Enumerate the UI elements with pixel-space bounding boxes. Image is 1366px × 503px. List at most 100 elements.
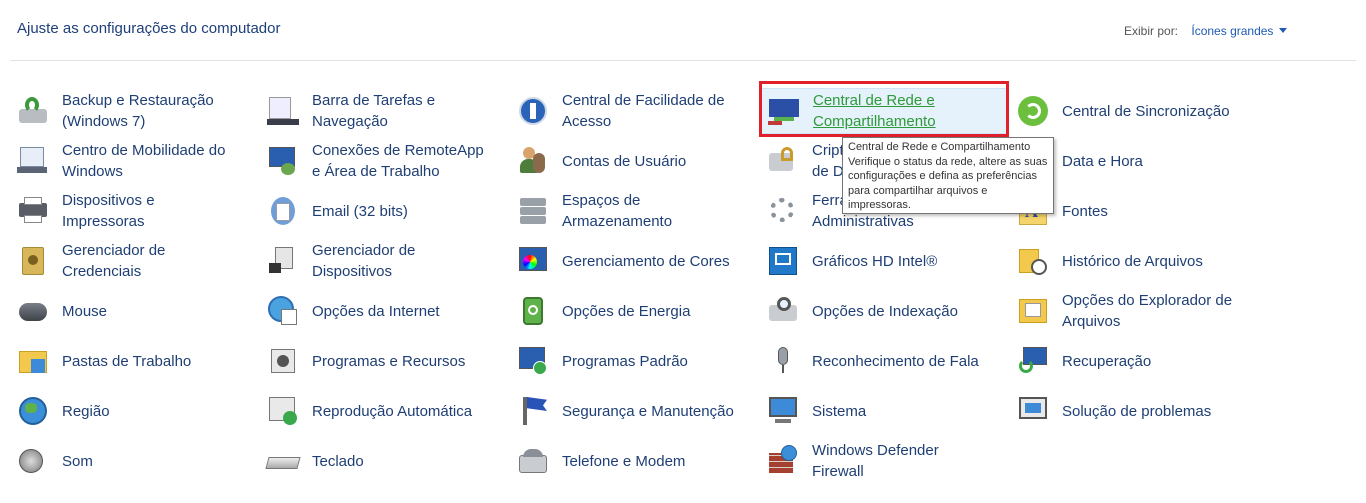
taskbar-icon xyxy=(267,95,299,127)
autoplay-icon xyxy=(267,395,299,427)
control-panel-item[interactable]: Som xyxy=(0,439,240,483)
troubleshooting-icon xyxy=(1017,395,1049,427)
control-panel-item[interactable]: Gerenciamento de Cores xyxy=(500,239,740,283)
control-panel-item-label: Opções de Energia xyxy=(562,302,691,320)
intel-graphics-icon xyxy=(767,245,799,277)
tooltip-title: Central de Rede e Compartilhamento xyxy=(848,141,1031,153)
control-panel-item[interactable]: Gráficos HD Intel® xyxy=(750,239,990,283)
control-panel-item-label: Espaços de Armazenamento xyxy=(562,192,673,230)
control-panel-item-label: Telefone e Modem xyxy=(562,452,686,470)
credential-manager-icon xyxy=(17,245,49,277)
control-panel-item-label: Programas Padrão xyxy=(562,352,688,370)
control-panel-item[interactable]: Centro de Mobilidade do Windows xyxy=(0,139,240,183)
control-panel-item[interactable]: Sistema xyxy=(750,389,990,433)
devices-printers-icon xyxy=(17,195,49,227)
control-panel-item-label: Sistema xyxy=(812,402,867,420)
mail-icon xyxy=(267,195,299,227)
internet-options-icon xyxy=(267,295,299,327)
recovery-icon xyxy=(1017,345,1049,377)
control-panel-item-label: Programas e Recursos xyxy=(312,352,466,370)
control-panel-item[interactable]: Opções do Explorador de Arquivos xyxy=(1000,289,1240,333)
sync-center-icon xyxy=(1017,95,1049,127)
ease-of-access-icon xyxy=(517,95,549,127)
control-panel-item-label: Pastas de Trabalho xyxy=(62,352,192,370)
control-panel-item[interactable]: Telefone e Modem xyxy=(500,439,740,483)
control-panel-item[interactable]: Backup e Restauração (Windows 7) xyxy=(0,89,240,133)
control-panel-item[interactable]: Gerenciador de Credenciais xyxy=(0,239,240,283)
control-panel-item[interactable]: Conexões de RemoteApp e Área de Trabalho xyxy=(250,139,490,183)
control-panel-item[interactable]: Central de Facilidade de Acesso xyxy=(500,89,740,133)
control-panel-item-label: Barra de Tarefas e Navegação xyxy=(312,92,436,130)
control-panel-item-label: Recuperação xyxy=(1062,352,1152,370)
control-panel-item-label: Reprodução Automática xyxy=(312,402,473,420)
control-panel-item[interactable]: Região xyxy=(0,389,240,433)
control-panel-item-label: Reconhecimento de Fala xyxy=(812,352,979,370)
control-panel-item-label: Opções do Explorador de Arquivos xyxy=(1062,292,1233,330)
explorer-options-icon xyxy=(1017,295,1049,327)
network-sharing-icon xyxy=(768,95,800,127)
control-panel-item[interactable]: Opções de Energia xyxy=(500,289,740,333)
control-panel-item[interactable]: Dispositivos e Impressoras xyxy=(0,189,240,233)
control-panel-item-label: Teclado xyxy=(312,452,364,470)
indexing-options-icon xyxy=(767,295,799,327)
keyboard-icon xyxy=(265,445,301,477)
system-icon xyxy=(767,395,799,427)
firewall-icon xyxy=(767,445,799,477)
default-programs-icon xyxy=(517,345,549,377)
control-panel-item[interactable]: Mouse xyxy=(0,289,240,333)
control-panel-item-label: Backup e Restauração (Windows 7) xyxy=(62,92,214,130)
control-panel-item[interactable]: Teclado xyxy=(250,439,490,483)
control-panel-item[interactable]: Central de Rede e Compartilhamento xyxy=(761,88,1008,134)
control-panel-item[interactable]: Recuperação xyxy=(1000,339,1240,383)
power-options-icon xyxy=(517,295,549,327)
user-accounts-icon xyxy=(517,145,549,177)
control-panel-item-label: Windows Defender Firewall xyxy=(812,442,939,480)
programs-features-icon xyxy=(267,345,299,377)
speech-recognition-icon xyxy=(767,345,799,377)
control-panel-item[interactable]: Pastas de Trabalho xyxy=(0,339,240,383)
security-maintenance-icon xyxy=(517,395,549,427)
remoteapp-icon xyxy=(267,145,299,177)
control-panel-item[interactable]: Espaços de Armazenamento xyxy=(500,189,740,233)
region-icon xyxy=(17,395,49,427)
control-panel-item[interactable]: Segurança e Manutenção xyxy=(500,389,740,433)
control-panel-grid: Backup e Restauração (Windows 7) Barra de… xyxy=(0,0,1366,503)
backup-restore-icon xyxy=(17,95,49,127)
control-panel-item[interactable]: Solução de problemas xyxy=(1000,389,1240,433)
control-panel-item-label: Gerenciador de Dispositivos xyxy=(312,242,416,280)
control-panel-item-label: Histórico de Arquivos xyxy=(1062,252,1203,270)
mouse-icon xyxy=(17,295,49,327)
control-panel-item[interactable]: Programas Padrão xyxy=(500,339,740,383)
control-panel-item-label: Solução de problemas xyxy=(1062,402,1212,420)
control-panel-item-label: Email (32 bits) xyxy=(312,202,408,220)
color-management-icon xyxy=(517,245,549,277)
control-panel-item[interactable]: Contas de Usuário xyxy=(500,139,740,183)
control-panel-item-label: Central de Facilidade de Acesso xyxy=(562,92,725,130)
control-panel-item[interactable]: Reprodução Automática xyxy=(250,389,490,433)
tooltip-body: Verifique o status da rede, altere as su… xyxy=(848,155,1048,212)
control-panel-item-label: Gerenciador de Credenciais xyxy=(62,242,166,280)
control-panel-item[interactable]: Central de Sincronização xyxy=(1000,89,1240,133)
file-history-icon xyxy=(1017,245,1049,277)
control-panel-item-label: Data e Hora xyxy=(1062,152,1143,170)
control-panel-item-label: Mouse xyxy=(62,302,108,320)
control-panel-item-label: Gerenciamento de Cores xyxy=(562,252,730,270)
control-panel-item[interactable]: Opções de Indexação xyxy=(750,289,990,333)
control-panel-item-label: Central de Rede e Compartilhamento xyxy=(813,92,936,130)
control-panel-item[interactable]: Histórico de Arquivos xyxy=(1000,239,1240,283)
storage-spaces-icon xyxy=(517,195,549,227)
control-panel-item[interactable]: Email (32 bits) xyxy=(250,189,490,233)
mobility-center-icon xyxy=(17,145,49,177)
control-panel-item[interactable]: Gerenciador de Dispositivos xyxy=(250,239,490,283)
control-panel-item-label: Opções de Indexação xyxy=(812,302,958,320)
bitlocker-icon xyxy=(767,145,799,177)
control-panel-item[interactable]: Reconhecimento de Fala xyxy=(750,339,990,383)
control-panel-item-label: Região xyxy=(62,402,110,420)
control-panel-item[interactable]: Barra de Tarefas e Navegação xyxy=(250,89,490,133)
control-panel-item[interactable]: Windows Defender Firewall xyxy=(750,439,990,483)
control-panel-item-label: Som xyxy=(62,452,93,470)
control-panel-item-label: Centro de Mobilidade do Windows xyxy=(62,142,226,180)
control-panel-item[interactable]: Programas e Recursos xyxy=(250,339,490,383)
control-panel-item[interactable]: Opções da Internet xyxy=(250,289,490,333)
control-panel-item-label: Dispositivos e Impressoras xyxy=(62,192,155,230)
